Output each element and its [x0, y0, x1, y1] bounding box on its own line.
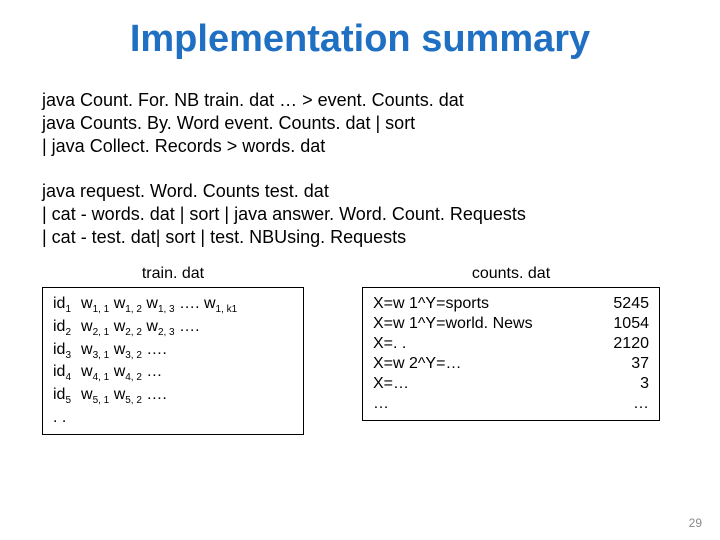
train-column: train. dat id1w1, 1 w1, 2 w1, 3 …. w1, k…: [42, 265, 304, 434]
pipeline2-line3: | cat - test. dat| sort | test. NBUsing.…: [42, 226, 678, 249]
train-row-3: id3w3, 1 w3, 2 ….: [53, 340, 293, 363]
counts-keys: X=w 1^Y=sports X=w 1^Y=world. News X=. .…: [373, 294, 533, 414]
train-row-5: id5w5, 1 w5, 2 ….: [53, 385, 293, 408]
pipeline2-line2: | cat - words. dat | sort | java answer.…: [42, 203, 678, 226]
train-row-1: id1w1, 1 w1, 2 w1, 3 …. w1, k1: [53, 294, 293, 317]
counts-val-4: 37: [613, 354, 649, 374]
data-boxes-row: train. dat id1w1, 1 w1, 2 w1, 3 …. w1, k…: [0, 265, 720, 434]
counts-key-4: X=w 2^Y=…: [373, 354, 533, 374]
counts-caption: counts. dat: [362, 265, 660, 283]
counts-key-6: …: [373, 394, 533, 414]
pipeline1-line2: java Counts. By. Word event. Counts. dat…: [42, 112, 678, 135]
counts-val-3: 2120: [613, 334, 649, 354]
pipeline-block-1: java Count. For. NB train. dat … > event…: [42, 89, 678, 158]
counts-key-3: X=. .: [373, 334, 533, 354]
train-row-dots: . .: [53, 408, 293, 428]
counts-column: counts. dat X=w 1^Y=sports X=w 1^Y=world…: [362, 265, 660, 434]
counts-val-1: 5245: [613, 294, 649, 314]
slide-number: 29: [689, 516, 702, 530]
counts-val-6: …: [613, 394, 649, 414]
counts-key-2: X=w 1^Y=world. News: [373, 314, 533, 334]
counts-val-5: 3: [613, 374, 649, 394]
train-row-2: id2w2, 1 w2, 2 w2, 3 ….: [53, 317, 293, 340]
counts-key-5: X=…: [373, 374, 533, 394]
train-box: id1w1, 1 w1, 2 w1, 3 …. w1, k1 id2w2, 1 …: [42, 287, 304, 434]
slide-title: Implementation summary: [0, 0, 720, 89]
train-caption: train. dat: [42, 265, 304, 283]
pipeline2-line1: java request. Word. Counts test. dat: [42, 180, 678, 203]
train-row-4: id4w4, 1 w4, 2 …: [53, 362, 293, 385]
counts-key-1: X=w 1^Y=sports: [373, 294, 533, 314]
counts-values: 5245 1054 2120 37 3 …: [601, 294, 649, 414]
counts-box: X=w 1^Y=sports X=w 1^Y=world. News X=. .…: [362, 287, 660, 421]
counts-val-2: 1054: [613, 314, 649, 334]
pipeline1-line1: java Count. For. NB train. dat … > event…: [42, 89, 678, 112]
pipeline1-line3: | java Collect. Records > words. dat: [42, 135, 678, 158]
pipeline-block-2: java request. Word. Counts test. dat | c…: [42, 180, 678, 249]
